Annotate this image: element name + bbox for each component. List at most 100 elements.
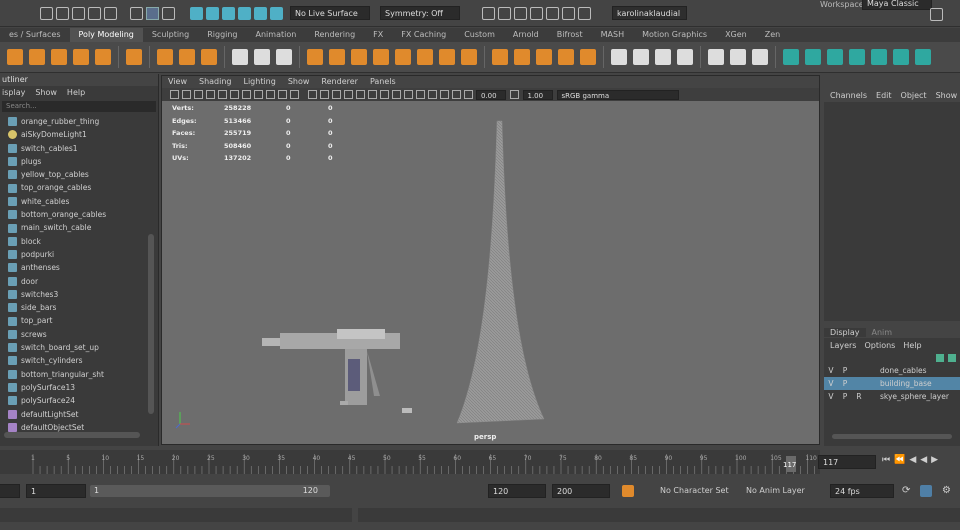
outliner-item[interactable]: top_orange_cables	[0, 181, 158, 194]
channels-menu[interactable]: Channels	[830, 91, 867, 100]
combine-icon[interactable]	[232, 49, 248, 65]
outliner-item[interactable]: top_part	[0, 314, 158, 327]
scene-start-field[interactable]: 1	[0, 484, 20, 498]
remesh-icon[interactable]	[417, 49, 433, 65]
viewport-menu-panels[interactable]: Panels	[370, 76, 396, 88]
save-scene-icon[interactable]	[72, 6, 85, 20]
multi-cut-icon[interactable]	[611, 49, 627, 65]
wireframe-icon[interactable]	[307, 90, 317, 99]
tab-poly-modeling[interactable]: Poly Modeling	[69, 28, 143, 42]
playback-start-field[interactable]: 1	[26, 484, 86, 498]
render-settings-icon[interactable]	[514, 6, 527, 20]
outliner-item[interactable]: main_switch_cable	[0, 221, 158, 234]
poly-cylinder-icon[interactable]	[51, 49, 67, 65]
playback-settings-icon[interactable]	[920, 485, 932, 497]
outliner-item[interactable]: white_cables	[0, 195, 158, 208]
tab-sculpting[interactable]: Sculpting	[143, 28, 198, 42]
tab-rendering[interactable]: Rendering	[305, 28, 364, 42]
camera-select-icon[interactable]	[169, 90, 179, 99]
poke-icon[interactable]	[558, 49, 574, 65]
extrude-icon[interactable]	[492, 49, 508, 65]
uv-editor-icon[interactable]	[783, 49, 799, 65]
outliner-item[interactable]: block	[0, 235, 158, 248]
planar-map-icon[interactable]	[805, 49, 821, 65]
ipr-render-icon[interactable]	[498, 6, 511, 20]
tab-fx[interactable]: FX	[364, 28, 392, 42]
outliner-item[interactable]: plugs	[0, 155, 158, 168]
outliner-scrollbar[interactable]	[148, 234, 154, 414]
gamma-icon[interactable]	[510, 90, 519, 99]
gamma-field[interactable]: 1.00	[522, 89, 553, 100]
poly-cube-icon[interactable]	[29, 49, 45, 65]
loop-icon[interactable]: ⟳	[902, 485, 910, 496]
outliner-item[interactable]: yellow_top_cables	[0, 168, 158, 181]
append-icon[interactable]	[536, 49, 552, 65]
layer-color-swatch[interactable]	[866, 390, 876, 403]
select-by-component-icon[interactable]	[146, 6, 159, 20]
outliner-menu-display[interactable]: isplay	[2, 88, 25, 97]
viewport-menu-lighting[interactable]: Lighting	[243, 76, 275, 88]
render-current-frame-icon[interactable]	[482, 6, 495, 20]
image-plane-icon[interactable]	[205, 90, 215, 99]
outliner-h-scrollbar[interactable]	[4, 432, 140, 438]
tab-motion-graphics[interactable]: Motion Graphics	[633, 28, 716, 42]
new-scene-icon[interactable]	[40, 6, 53, 20]
animation-prefs-icon[interactable]: ⚙	[942, 485, 951, 496]
anti-aliasing-icon[interactable]	[403, 90, 413, 99]
open-scene-icon[interactable]	[56, 6, 69, 20]
snap-point-icon[interactable]	[222, 6, 235, 20]
outliner-item[interactable]: bottom_triangular_sht	[0, 368, 158, 381]
command-input[interactable]	[0, 508, 352, 522]
workspace-dropdown[interactable]: Maya Classic	[862, 0, 932, 10]
scene-end-field[interactable]: 200	[552, 484, 610, 498]
smooth-shade-icon[interactable]	[319, 90, 329, 99]
outliner-search-input[interactable]: Search...	[2, 101, 156, 112]
camera-attributes-icon[interactable]	[181, 90, 191, 99]
time-ruler[interactable]: 1 5 10 15 20 25 30 35 40 45 50 55 60 65 70 75 80 85 90 95 10…	[0, 450, 884, 474]
bookmark-icon[interactable]	[193, 90, 203, 99]
exposure-icon[interactable]	[463, 90, 473, 99]
fps-dropdown[interactable]: 24 fps	[830, 484, 894, 498]
wireframe-on-shaded-icon[interactable]	[331, 90, 341, 99]
connect-icon[interactable]	[655, 49, 671, 65]
anim-layer-dropdown[interactable]: No Anim Layer	[746, 485, 826, 497]
safe-title-icon[interactable]	[289, 90, 299, 99]
show-menu[interactable]: Show	[936, 91, 958, 100]
xray-icon[interactable]	[427, 90, 437, 99]
layer-color-swatch[interactable]	[866, 377, 876, 390]
poly-torus-icon[interactable]	[95, 49, 111, 65]
textured-icon[interactable]	[343, 90, 353, 99]
layer-toggle-p[interactable]: P	[838, 377, 852, 390]
viewport-menu-shading[interactable]: Shading	[199, 76, 232, 88]
snap-view-plane-icon[interactable]	[238, 6, 251, 20]
safe-action-icon[interactable]	[277, 90, 287, 99]
shadows-icon[interactable]	[367, 90, 377, 99]
viewport-menu-show[interactable]: Show	[288, 76, 310, 88]
edge-loop-icon[interactable]	[708, 49, 724, 65]
bridge-icon[interactable]	[461, 49, 477, 65]
tab-xgen[interactable]: XGen	[716, 28, 756, 42]
type-icon[interactable]	[179, 49, 195, 65]
xray-joints-icon[interactable]	[439, 90, 449, 99]
viewport-menu-renderer[interactable]: Renderer	[321, 76, 358, 88]
bevel-icon[interactable]	[514, 49, 530, 65]
auto-key-icon[interactable]	[622, 485, 634, 497]
poly-sphere-icon[interactable]	[7, 49, 23, 65]
scene-canvas[interactable]	[162, 101, 819, 444]
isolate-select-icon[interactable]	[415, 90, 425, 99]
svg-icon[interactable]	[201, 49, 217, 65]
outliner-item[interactable]: switch_cables1	[0, 142, 158, 155]
layer-toggle-r[interactable]	[852, 364, 866, 377]
outliner-item[interactable]: switches3	[0, 288, 158, 301]
options-menu[interactable]: Options	[864, 341, 895, 350]
user-account[interactable]: karolinaklaudial	[612, 6, 687, 20]
redo-icon[interactable]	[104, 6, 117, 20]
outliner-item[interactable]: door	[0, 275, 158, 288]
tab-mash[interactable]: MASH	[592, 28, 633, 42]
time-slider[interactable]: 1 5 10 15 20 25 30 35 40 45 50 55 60 65 70 75 80 85 90 95 10…	[0, 450, 884, 474]
outliner-item[interactable]: screws	[0, 328, 158, 341]
playback-end-field[interactable]: 120	[488, 484, 546, 498]
ambient-occlusion-icon[interactable]	[379, 90, 389, 99]
outliner-item[interactable]: aiSkyDomeLight1	[0, 128, 158, 141]
pause-render-icon[interactable]	[578, 6, 591, 20]
